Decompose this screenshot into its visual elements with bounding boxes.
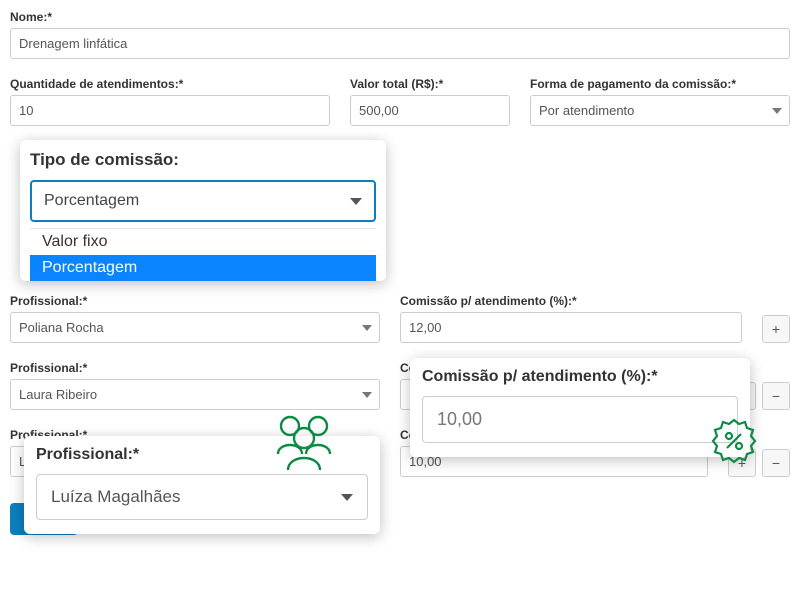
remove-row-button-3[interactable]: − (762, 449, 790, 477)
chevron-down-icon (341, 494, 353, 501)
tipo-option-porcentagem[interactable]: Porcentagem (30, 255, 376, 281)
tipo-dropdown: Valor fixo Porcentagem (30, 228, 376, 281)
tipo-option-valor-fixo[interactable]: Valor fixo (30, 229, 376, 255)
profissional-highlight-select[interactable]: Luíza Magalhães (36, 474, 368, 520)
tipo-comissao-popup: Tipo de comissão: Porcentagem Valor fixo… (20, 140, 386, 281)
qtd-label: Quantidade de atendimentos:* (10, 77, 330, 91)
comissao-highlight-title: Comissão p/ atendimento (%):* (422, 368, 738, 386)
profissional-highlight-popup: Profissional:* Luíza Magalhães (24, 436, 380, 534)
profissional-highlight-value: Luíza Magalhães (51, 487, 180, 507)
add-row-button-1[interactable]: + (762, 315, 790, 343)
comissao-highlight-input[interactable] (422, 396, 738, 443)
valor-label: Valor total (R$):* (350, 77, 510, 91)
prof1-select[interactable]: Poliana Rocha (10, 312, 380, 343)
people-group-icon (268, 404, 340, 476)
nome-label: Nome:* (10, 10, 790, 24)
tipo-title: Tipo de comissão: (30, 150, 376, 170)
chevron-down-icon (350, 198, 362, 205)
percent-badge-icon (710, 417, 758, 465)
comissao-highlight-popup: Comissão p/ atendimento (%):* (410, 358, 750, 457)
prof2-label: Profissional:* (10, 361, 380, 375)
forma-select[interactable]: Por atendimento (530, 95, 790, 126)
tipo-select[interactable]: Porcentagem (30, 180, 376, 222)
tipo-selected-value: Porcentagem (44, 192, 139, 210)
comm1-input[interactable] (400, 312, 742, 343)
nome-input[interactable] (10, 28, 790, 59)
valor-input[interactable] (350, 95, 510, 126)
qtd-input[interactable] (10, 95, 330, 126)
comm1-label: Comissão p/ atendimento (%):* (400, 294, 742, 308)
prof1-label: Profissional:* (10, 294, 380, 308)
forma-label: Forma de pagamento da comissão:* (530, 77, 790, 91)
remove-row-button-2[interactable]: − (762, 382, 790, 410)
